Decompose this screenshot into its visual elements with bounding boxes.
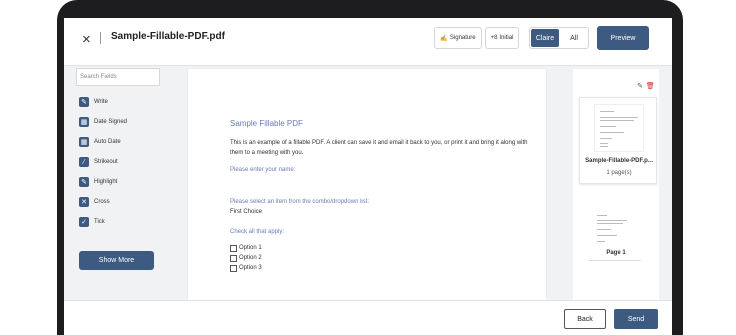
delete-icon[interactable]: 🗑 [646, 83, 655, 90]
option-3-row[interactable]: Option 3 [230, 263, 530, 273]
preview-line [600, 126, 616, 127]
option-label: Option 1 [239, 245, 262, 251]
strikeout-icon: ⁄ [79, 157, 89, 167]
preview-line [600, 138, 612, 139]
pdf-heading: Sample Fillable PDF [230, 119, 303, 128]
preview-line [597, 235, 617, 236]
field-label: Cross [94, 199, 110, 205]
page-label: Page 1 [606, 250, 626, 256]
pencil-icon: ✎ [79, 97, 89, 107]
document-title: Sample-Fillable-PDF.pdf [111, 31, 225, 42]
preview-line [597, 223, 623, 224]
thumbnail-page-count: 1 page(s) [606, 170, 632, 176]
preview-line [600, 143, 608, 144]
field-date-signed[interactable]: ▦ Date Signed [76, 112, 160, 132]
signature-button[interactable]: ✍ Signature [434, 27, 482, 49]
preview-line [600, 111, 614, 112]
top-bar: × Sample-Fillable-PDF.pdf ✍ Signature +8… [64, 18, 672, 66]
signature-icon: ✍ [440, 35, 448, 42]
field-label: Date Signed [94, 119, 128, 125]
back-button[interactable]: Back [564, 309, 606, 329]
field-strikeout[interactable]: ⁄ Strikeout [76, 152, 160, 172]
document-page: Sample Fillable PDF This is an example o… [188, 69, 546, 300]
field-write[interactable]: ✎ Write [76, 92, 160, 112]
field-sidebar: Search Fields ✎ Write ▦ Date Signed ▦ Au… [76, 68, 160, 270]
thumbnail-panel: ✎ 🗑 Sample-Fillable-PDF.p... 1 page(s) P… [573, 69, 659, 300]
option-2-row[interactable]: Option 2 [230, 253, 530, 263]
preview-line [597, 229, 611, 230]
option-label: Option 2 [239, 255, 262, 261]
document-content: Sample Fillable PDF This is an example o… [230, 119, 530, 273]
preview-line [600, 132, 624, 133]
field-label: Highlight [94, 179, 118, 185]
thumbnail-actions: ✎ 🗑 [637, 83, 655, 90]
name-input-area[interactable] [230, 177, 530, 199]
option-1-row[interactable]: Option 1 [230, 243, 530, 253]
app-screen: × Sample-Fillable-PDF.pdf ✍ Signature +8… [64, 18, 672, 335]
field-label: Auto Date [94, 139, 121, 145]
combo-prompt: Please select an item from the combo/dro… [230, 199, 370, 205]
show-more-button[interactable]: Show More [79, 251, 154, 270]
preview-line [597, 215, 607, 216]
signature-label: Signature [449, 35, 476, 41]
pdf-intro-text: This is an example of a fillable PDF. A … [230, 140, 528, 156]
field-auto-date[interactable]: ▦ Auto Date [76, 132, 160, 152]
field-label: Write [94, 99, 108, 105]
field-cross[interactable]: ✕ Cross [76, 192, 160, 212]
option-label: Option 3 [239, 265, 262, 271]
field-label: Strikeout [94, 159, 118, 165]
calendar-icon: ▦ [79, 137, 89, 147]
recipient-option-all[interactable]: All [560, 28, 588, 48]
thumbnail-file-name: Sample-Fillable-PDF.p... [585, 158, 653, 164]
document-preview-image [594, 104, 644, 152]
check-icon: ✓ [79, 217, 89, 227]
initial-icon: +8 [490, 35, 498, 41]
name-prompt: Please enter your name: [230, 167, 296, 173]
recipient-option-claire[interactable]: Claire [531, 29, 559, 47]
checkbox[interactable] [230, 244, 237, 252]
calendar-icon: ▦ [79, 117, 89, 127]
field-tick[interactable]: ✓ Tick [76, 212, 160, 232]
combo-value[interactable]: First Choice [230, 209, 530, 215]
preview-line [600, 120, 634, 121]
send-button[interactable]: Send [614, 309, 658, 329]
field-highlight[interactable]: ✎ Highlight [76, 172, 160, 192]
recipient-toggle: Claire All [529, 27, 589, 49]
field-label: Tick [94, 219, 105, 225]
edit-icon[interactable]: ✎ [637, 83, 643, 90]
preview-button[interactable]: Preview [597, 26, 649, 50]
bottom-bar: Back Send [64, 300, 672, 335]
cross-icon: ✕ [79, 197, 89, 207]
initial-button[interactable]: +8 Initial [485, 27, 519, 49]
checkbox[interactable] [230, 254, 237, 262]
divider [100, 32, 101, 44]
checkbox[interactable] [230, 264, 237, 272]
preview-line [597, 220, 627, 221]
highlighter-icon: ✎ [79, 177, 89, 187]
preview-line [600, 117, 638, 118]
search-fields-input[interactable]: Search Fields [76, 68, 160, 86]
preview-line [600, 146, 608, 147]
initial-label: Initial [499, 35, 514, 41]
preview-line [597, 241, 605, 242]
document-thumbnail-card[interactable]: Sample-Fillable-PDF.p... 1 page(s) [579, 97, 657, 184]
close-icon[interactable]: × [82, 31, 91, 48]
checkbox-prompt: Check all that apply: [230, 229, 285, 235]
